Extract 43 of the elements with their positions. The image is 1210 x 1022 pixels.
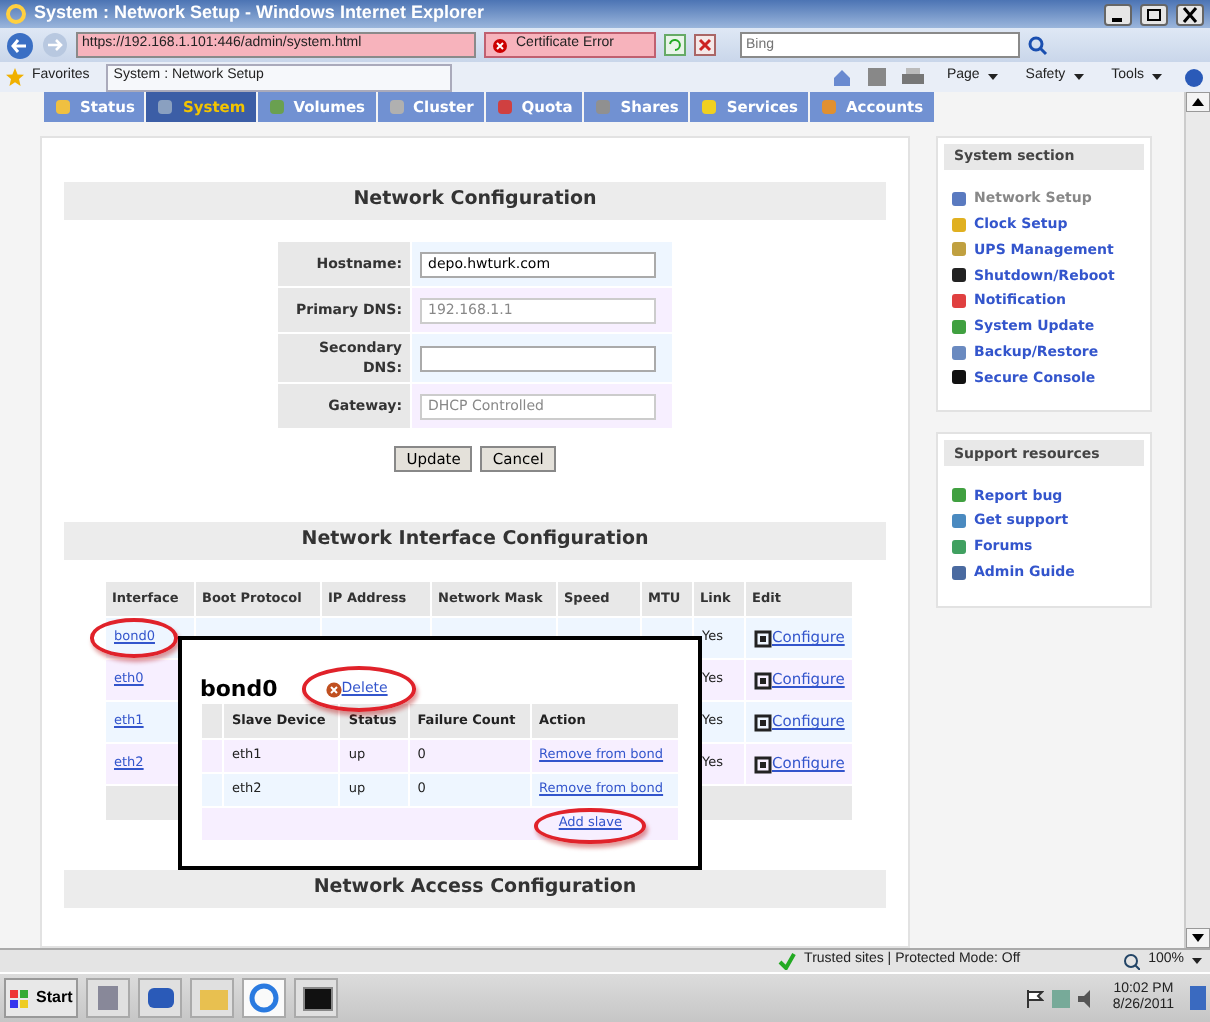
highlight-ellipse xyxy=(534,808,646,845)
section-heading: Network Configuration xyxy=(64,182,886,220)
close-icon[interactable] xyxy=(1180,5,1200,23)
scroll-down-icon[interactable] xyxy=(1186,928,1210,948)
popup-title: bond0 xyxy=(200,676,278,703)
window-title: System : Network Setup - Windows Internet Explorer xyxy=(34,0,486,27)
star-icon[interactable] xyxy=(6,68,24,86)
caret-icon xyxy=(987,74,998,80)
stop-icon[interactable] xyxy=(694,34,716,56)
restore-icon[interactable] xyxy=(1144,5,1164,23)
section-heading: Network Interface Configuration xyxy=(64,522,886,560)
configure-icon[interactable] xyxy=(754,755,772,773)
shield-icon xyxy=(492,37,508,53)
flag-icon[interactable] xyxy=(1026,989,1045,1007)
print-icon[interactable] xyxy=(902,68,925,86)
tab-icon xyxy=(495,98,514,116)
refresh-icon[interactable] xyxy=(664,34,686,56)
browser-icon[interactable] xyxy=(246,980,283,1016)
browser-logo-icon xyxy=(6,4,26,24)
caret-icon xyxy=(1073,74,1084,80)
search-icon[interactable] xyxy=(1028,35,1048,55)
section-heading: Network Access Configuration xyxy=(64,870,886,908)
scroll-up-icon[interactable] xyxy=(1186,92,1210,112)
delete-icon[interactable] xyxy=(325,681,342,698)
start-button[interactable]: Start xyxy=(4,978,79,1018)
configure-icon[interactable] xyxy=(754,713,772,731)
check-icon xyxy=(778,952,797,970)
home-icon[interactable] xyxy=(832,67,853,87)
configure-icon[interactable] xyxy=(754,671,772,689)
tab-icon xyxy=(156,98,175,116)
tab-icon xyxy=(54,98,72,116)
back-icon[interactable] xyxy=(6,31,34,59)
input-field[interactable] xyxy=(420,345,656,371)
windows-logo-icon xyxy=(10,989,28,1007)
tab-icon xyxy=(594,98,613,116)
caret-icon xyxy=(1152,74,1162,80)
caret-icon xyxy=(1192,958,1202,964)
tab-icon xyxy=(820,98,838,116)
configure-icon[interactable] xyxy=(754,629,772,647)
zoom-icon[interactable] xyxy=(1124,953,1141,969)
tab-icon xyxy=(267,98,286,116)
tab-icon xyxy=(700,98,719,116)
tab-icon xyxy=(387,98,406,116)
